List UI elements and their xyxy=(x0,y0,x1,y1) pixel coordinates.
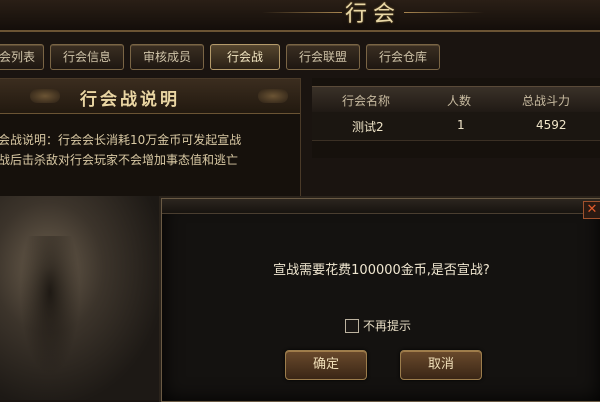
guild-table-header: 行会名称 人数 总战斗力 xyxy=(312,86,600,114)
window-title: 行会 xyxy=(262,0,484,28)
column-members: 人数 xyxy=(447,94,472,108)
war-description-header: 行会战说明 xyxy=(0,79,300,114)
confirm-button[interactable]: 确定 xyxy=(285,350,367,380)
column-guild-name: 行会名称 xyxy=(342,94,391,108)
tab-guild-alliance[interactable]: 行会联盟 xyxy=(286,44,360,70)
tab-guild-list[interactable]: 行会列表 xyxy=(0,44,44,70)
dont-show-again-checkbox[interactable] xyxy=(345,319,359,333)
guild-table: 行会名称 人数 总战斗力 测试2 1 4592 xyxy=(312,78,600,158)
column-total-power: 总战斗力 xyxy=(522,94,571,108)
dialog-titlebar xyxy=(162,199,600,214)
row-guild-name: 测试2 xyxy=(352,120,384,134)
close-icon[interactable]: ✕ xyxy=(583,201,600,219)
tab-guild-warehouse[interactable]: 行会仓库 xyxy=(366,44,440,70)
war-description-title: 行会战说明 xyxy=(80,90,180,110)
table-row[interactable]: 测试2 1 4592 xyxy=(312,112,600,141)
dont-show-again-label[interactable]: 不再提示 xyxy=(363,317,411,334)
declare-war-dialog: ✕ 宣战需要花费100000金币,是否宣战? 不再提示 确定 取消 xyxy=(161,198,600,402)
war-description-line-1: 行会战说明：行会会长消耗10万金币可发起宣战 xyxy=(0,133,242,147)
tab-guild-info[interactable]: 行会信息 xyxy=(50,44,124,70)
tab-guild-war[interactable]: 行会战 xyxy=(210,44,280,70)
background-artwork xyxy=(0,196,160,400)
window-titlebar: 行会 xyxy=(0,0,600,32)
ornament-right-icon xyxy=(258,89,288,103)
war-description-line-2: 宣战后击杀敌对行会玩家不会增加事态值和逃亡 xyxy=(0,153,239,167)
cancel-button[interactable]: 取消 xyxy=(400,350,482,380)
dialog-message: 宣战需要花费100000金币,是否宣战? xyxy=(273,263,490,278)
ornament-left-icon xyxy=(30,89,60,103)
tab-review-members[interactable]: 审核成员 xyxy=(130,44,204,70)
tab-bar: 行会列表 行会信息 审核成员 行会战 行会联盟 行会仓库 xyxy=(0,44,600,70)
row-members: 1 xyxy=(457,118,465,132)
row-total-power: 4592 xyxy=(536,118,567,132)
war-description-panel: 行会战说明 行会战说明：行会会长消耗10万金币可发起宣战 宣战后击杀敌对行会玩家… xyxy=(0,78,301,198)
